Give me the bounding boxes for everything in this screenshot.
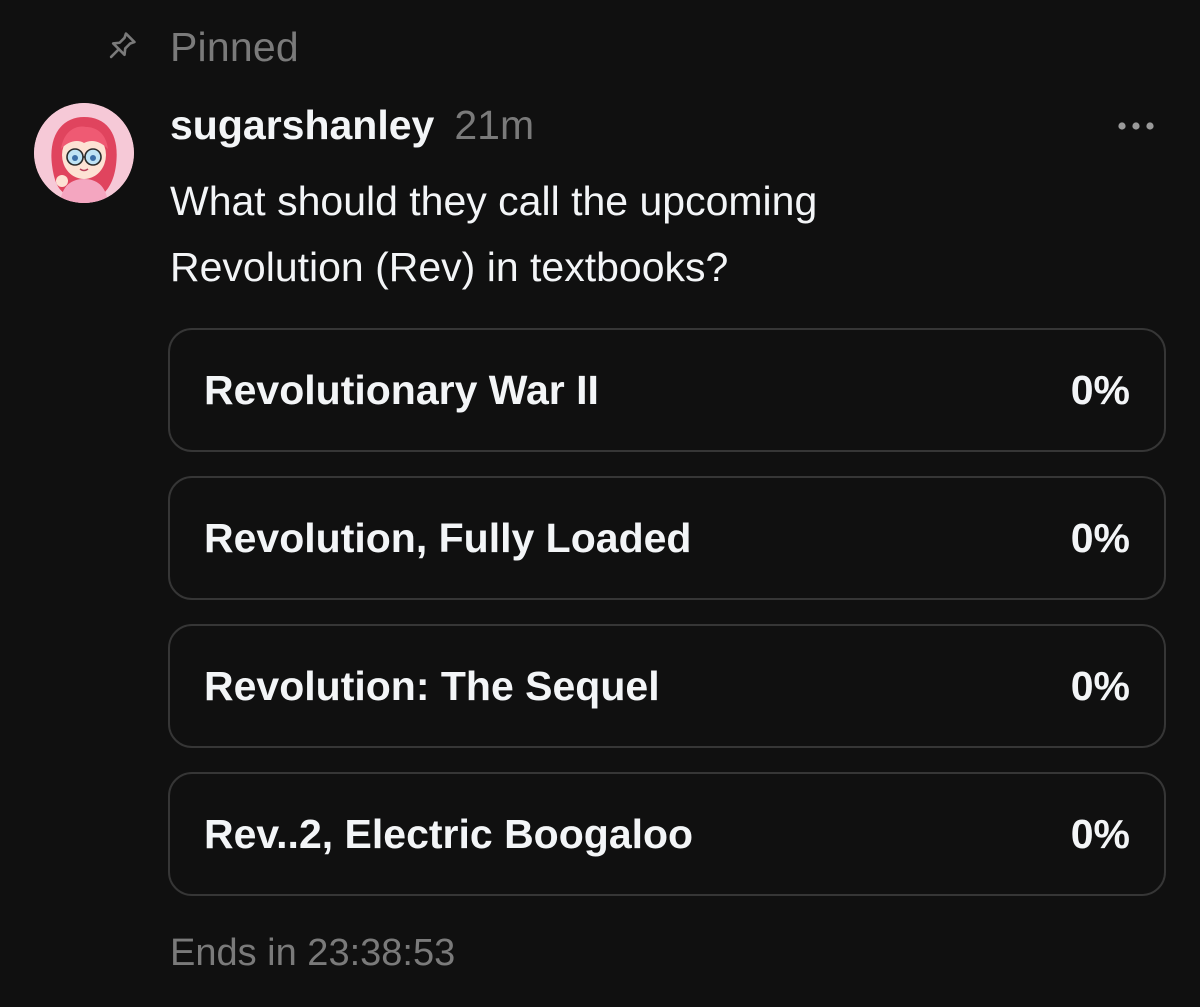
post-header: sugarshanley 21m bbox=[170, 102, 534, 156]
avatar[interactable] bbox=[34, 103, 134, 203]
poll-option[interactable]: Revolution: The Sequel 0% bbox=[168, 624, 1166, 748]
avatar-image bbox=[34, 103, 134, 203]
pinned-indicator: Pinned bbox=[104, 22, 299, 72]
poll: Revolutionary War II 0% Revolution, Full… bbox=[168, 328, 1166, 920]
post-text-line-2: Revolution (Rev) in textbooks? bbox=[170, 244, 729, 290]
timestamp: 21m bbox=[454, 102, 535, 148]
more-options-button[interactable] bbox=[1108, 104, 1164, 148]
more-horizontal-icon bbox=[1118, 122, 1154, 130]
poll-option-percent: 0% bbox=[1070, 514, 1130, 561]
poll-option[interactable]: Revolutionary War II 0% bbox=[168, 328, 1166, 452]
poll-option-percent: 0% bbox=[1070, 366, 1130, 413]
poll-option[interactable]: Rev..2, Electric Boogaloo 0% bbox=[168, 772, 1166, 896]
poll-option-label: Revolutionary War II bbox=[204, 366, 599, 413]
username[interactable]: sugarshanley bbox=[170, 102, 434, 149]
poll-ends-text: Ends in 23:38:53 bbox=[170, 932, 456, 974]
pinned-label: Pinned bbox=[170, 23, 299, 70]
post-text-line-1: What should they call the upcoming bbox=[170, 178, 818, 224]
poll-option-label: Rev..2, Electric Boogaloo bbox=[204, 810, 694, 857]
poll-option-percent: 0% bbox=[1070, 810, 1130, 857]
poll-option[interactable]: Revolution, Fully Loaded 0% bbox=[168, 476, 1166, 600]
pin-icon bbox=[109, 32, 136, 59]
post-text: What should they call the upcoming Revol… bbox=[170, 168, 1130, 300]
poll-option-label: Revolution: The Sequel bbox=[204, 662, 660, 709]
poll-option-label: Revolution, Fully Loaded bbox=[204, 514, 692, 561]
poll-option-percent: 0% bbox=[1070, 662, 1130, 709]
